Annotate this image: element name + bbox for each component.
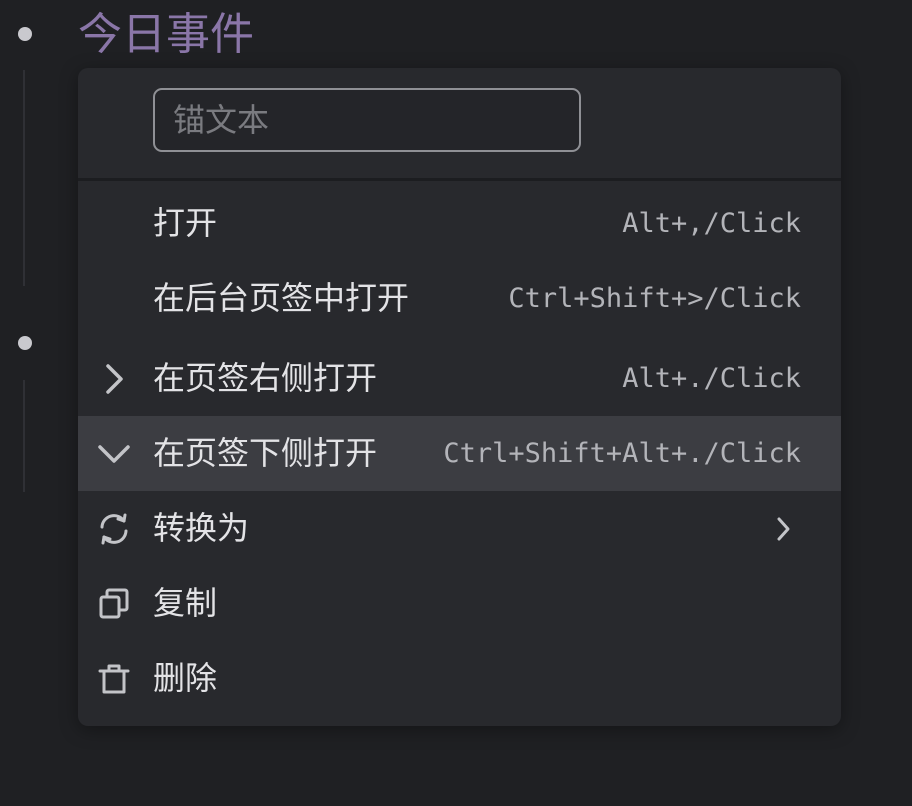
menu-item-shortcut: Ctrl+Shift+Alt+./Click — [443, 438, 801, 469]
anchor-text-input[interactable] — [153, 88, 581, 152]
chevron-down-icon — [96, 436, 132, 472]
submenu-arrow-icon — [771, 516, 795, 542]
copy-icon — [96, 586, 132, 622]
menu-item-shortcut: Alt+./Click — [622, 363, 801, 394]
menu-item-convert-to[interactable]: 转换为 — [78, 491, 841, 566]
block-guide-line — [23, 70, 25, 286]
menu-item-label: 在页签下侧打开 — [153, 434, 378, 472]
menu-item-label: 打开 — [153, 204, 218, 242]
menu-item-open[interactable]: 打开 Alt+,/Click — [78, 186, 841, 261]
menu-item-label: 复制 — [153, 584, 218, 622]
block-bullet[interactable] — [18, 336, 32, 350]
block-bullet[interactable] — [18, 27, 32, 41]
context-menu: 打开 Alt+,/Click 在后台页签中打开 Ctrl+Shift+>/Cli… — [78, 68, 841, 726]
page-heading[interactable]: 今日事件 — [78, 6, 254, 64]
chevron-right-icon — [96, 361, 132, 397]
menu-item-label: 转换为 — [153, 509, 250, 547]
menu-item-open-in-background-tab[interactable]: 在后台页签中打开 Ctrl+Shift+>/Click — [78, 261, 841, 336]
menu-item-label: 在页签右侧打开 — [153, 359, 378, 397]
menu-item-open-in-bottom-tab[interactable]: 在页签下侧打开 Ctrl+Shift+Alt+./Click — [78, 416, 841, 491]
menu-item-shortcut: Ctrl+Shift+>/Click — [508, 283, 801, 314]
menu-item-copy[interactable]: 复制 — [78, 566, 841, 641]
menu-item-open-in-right-tab[interactable]: 在页签右侧打开 Alt+./Click — [78, 341, 841, 416]
menu-divider — [78, 178, 841, 181]
menu-item-label: 删除 — [153, 659, 218, 697]
trash-icon — [96, 661, 132, 697]
menu-item-label: 在后台页签中打开 — [153, 279, 410, 317]
refresh-icon — [96, 511, 132, 547]
menu-item-delete[interactable]: 删除 — [78, 641, 841, 716]
block-guide-line — [23, 380, 25, 492]
menu-item-shortcut: Alt+,/Click — [622, 208, 801, 239]
